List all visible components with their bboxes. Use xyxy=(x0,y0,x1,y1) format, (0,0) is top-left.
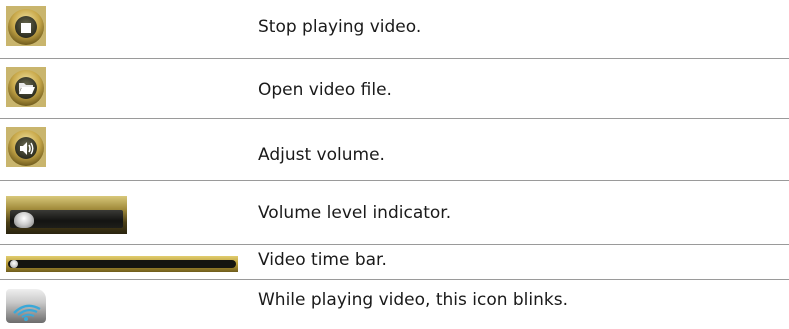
row-description: Adjust volume. xyxy=(258,145,385,165)
row-description: Volume level indicator. xyxy=(258,203,452,223)
wireless-signal-icon xyxy=(6,289,46,323)
row-description: Stop playing video. xyxy=(258,17,422,37)
table-row: Open video file. xyxy=(0,59,789,119)
volume-knob[interactable] xyxy=(14,212,34,228)
time-track xyxy=(8,260,236,268)
speaker-icon[interactable] xyxy=(6,127,46,167)
table-row: Adjust volume. xyxy=(0,119,789,181)
icon-description-table: Stop playing video. Open video file. Adj… xyxy=(0,0,789,329)
row-description: Open video file. xyxy=(258,80,392,100)
volume-slider-icon[interactable] xyxy=(6,196,127,234)
table-row: Stop playing video. xyxy=(0,0,789,59)
row-description: While playing video, this icon blinks. xyxy=(258,290,569,310)
open-folder-icon[interactable] xyxy=(6,67,46,107)
time-bar-icon[interactable] xyxy=(6,256,238,272)
time-knob[interactable] xyxy=(10,260,18,268)
stop-icon[interactable] xyxy=(6,6,46,46)
table-row: Video time bar. xyxy=(0,245,789,280)
table-row: While playing video, this icon blinks. xyxy=(0,280,789,329)
row-description: Video time bar. xyxy=(258,250,387,270)
table-row: Volume level indicator. xyxy=(0,181,789,245)
